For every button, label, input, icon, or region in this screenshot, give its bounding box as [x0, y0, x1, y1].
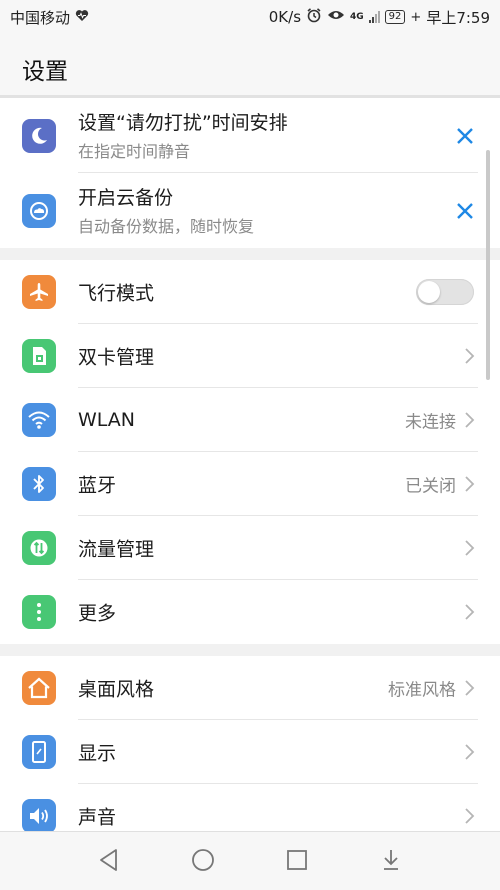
section-gap	[0, 248, 500, 260]
charging-icon: +	[410, 9, 422, 25]
suggestion-subtitle: 自动备份数据，随时恢复	[78, 217, 255, 236]
setting-label: 显示	[78, 742, 117, 765]
toggle-knob	[418, 281, 440, 303]
suggestion-title: 设置“请勿打扰”时间安排	[78, 112, 288, 134]
device-group: 桌面风格 标准风格 显示 声音	[0, 656, 500, 831]
moon-icon	[22, 118, 56, 153]
setting-value: 标准风格	[388, 680, 456, 701]
settings-list[interactable]: 设置“请勿打扰”时间安排 在指定时间静音 开启云备份 自动备份数据，随时恢复 飞…	[0, 98, 500, 831]
setting-label: 飞行模式	[78, 282, 155, 305]
setting-label: 桌面风格	[78, 678, 155, 701]
home-icon[interactable]	[189, 846, 217, 874]
setting-home-style[interactable]: 桌面风格 标准风格	[0, 656, 500, 720]
chevron-right-icon	[465, 744, 475, 760]
chevron-right-icon	[465, 476, 475, 492]
data-usage-icon	[22, 531, 56, 565]
suggestion-dnd[interactable]: 设置“请勿打扰”时间安排 在指定时间静音	[0, 98, 500, 173]
chevron-right-icon	[465, 680, 475, 696]
airplane-icon	[22, 275, 56, 309]
sim-card-icon	[22, 339, 56, 373]
net-speed: 0K/s	[268, 8, 302, 26]
setting-bluetooth[interactable]: 蓝牙 已关闭	[0, 452, 500, 516]
battery-level: 92	[388, 11, 402, 22]
suggestion-title: 开启云备份	[78, 187, 174, 209]
suggestion-group: 设置“请勿打扰”时间安排 在指定时间静音 开启云备份 自动备份数据，随时恢复	[0, 98, 500, 248]
setting-label: 流量管理	[78, 538, 155, 561]
heart-icon	[75, 8, 89, 26]
home-style-icon	[22, 671, 56, 705]
setting-wlan[interactable]: WLAN 未连接	[0, 388, 500, 452]
page-title: 设置	[22, 59, 68, 85]
close-icon[interactable]	[454, 125, 476, 147]
display-icon	[22, 735, 56, 769]
eye-comfort-icon	[327, 8, 345, 26]
chevron-right-icon	[465, 540, 475, 556]
suggestion-subtitle: 在指定时间静音	[78, 142, 191, 161]
cloud-backup-icon	[22, 193, 56, 228]
setting-value: 已关闭	[405, 476, 456, 497]
back-icon[interactable]	[95, 846, 123, 874]
alarm-icon	[306, 7, 322, 27]
connectivity-group: 飞行模式 双卡管理 WLAN 未连接 蓝牙 已关闭 流量管理 更多	[0, 260, 500, 644]
section-gap	[0, 644, 500, 656]
chevron-right-icon	[465, 412, 475, 428]
battery-icon: 92	[384, 10, 406, 24]
signal-icon	[368, 11, 380, 23]
suggestion-cloud-backup[interactable]: 开启云备份 自动备份数据，随时恢复	[0, 173, 500, 248]
setting-label: 蓝牙	[78, 474, 117, 497]
chevron-right-icon	[465, 808, 475, 824]
clock: 早上7:59	[426, 8, 490, 27]
setting-value: 未连接	[405, 412, 456, 433]
setting-display[interactable]: 显示	[0, 720, 500, 784]
setting-airplane-mode[interactable]: 飞行模式	[0, 260, 500, 324]
setting-label: 声音	[78, 806, 117, 829]
recents-icon[interactable]	[283, 846, 311, 874]
chevron-right-icon	[465, 348, 475, 364]
navigation-bar	[0, 831, 500, 890]
sound-icon	[22, 799, 56, 831]
airplane-mode-toggle[interactable]	[416, 279, 474, 305]
setting-label: WLAN	[78, 409, 136, 431]
chevron-right-icon	[465, 604, 475, 620]
setting-label: 更多	[78, 602, 117, 625]
network-type: 4G	[350, 12, 364, 22]
more-icon	[22, 595, 56, 629]
title-bar: 设置	[0, 34, 500, 98]
scrollbar[interactable]	[486, 150, 490, 380]
close-icon[interactable]	[454, 200, 476, 222]
carrier-label: 中国移动	[10, 8, 71, 27]
setting-sound[interactable]: 声音	[0, 784, 500, 831]
status-bar: 中国移动 0K/s 4G 92 + 早上7:59	[0, 0, 500, 34]
setting-data-usage[interactable]: 流量管理	[0, 516, 500, 580]
bluetooth-icon	[22, 467, 56, 501]
setting-more[interactable]: 更多	[0, 580, 500, 644]
wifi-icon	[22, 403, 56, 437]
setting-dual-sim[interactable]: 双卡管理	[0, 324, 500, 388]
notification-pull-icon[interactable]	[377, 846, 405, 874]
setting-label: 双卡管理	[78, 346, 155, 369]
